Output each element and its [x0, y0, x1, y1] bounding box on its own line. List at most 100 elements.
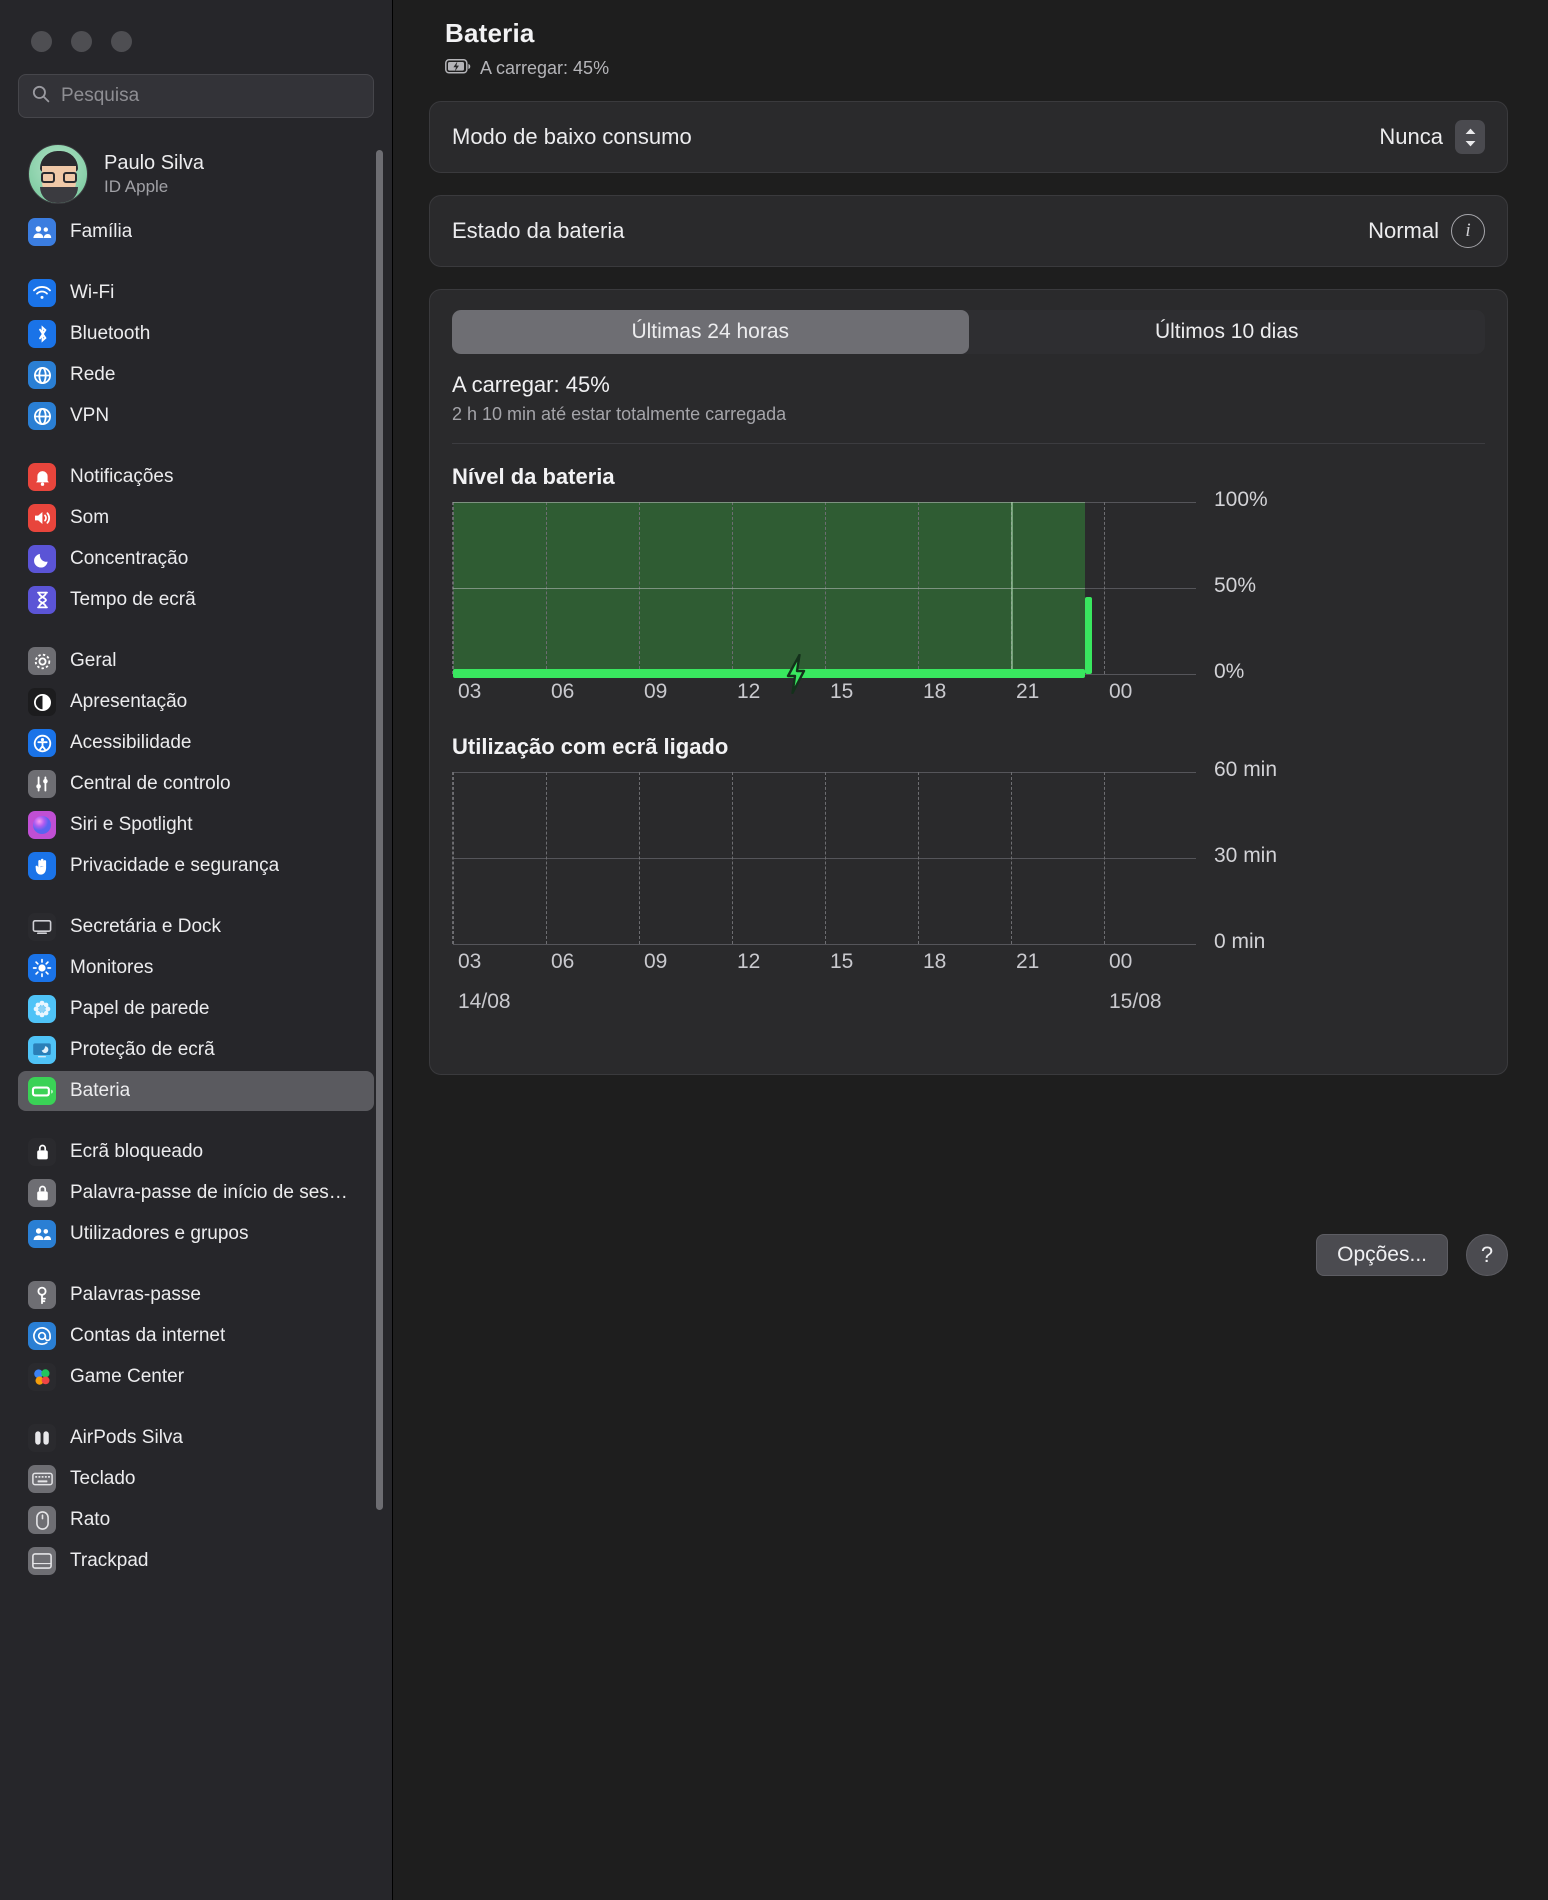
account-name: Paulo Silva: [104, 151, 205, 174]
bluetooth-icon: [28, 320, 56, 348]
sidebar-item-rato[interactable]: Rato: [18, 1500, 374, 1540]
sidebar-item-concentra-o[interactable]: Concentração: [18, 539, 374, 579]
sidebar-item-label: Bateria: [70, 1080, 131, 1101]
minimize-button[interactable]: [71, 31, 92, 52]
usage-x-tick-label: 03: [458, 950, 482, 973]
sidebar-item-prote-o-de-ecr[interactable]: Proteção de ecrã: [18, 1030, 374, 1070]
sidebar-item-label: Utilizadores e grupos: [70, 1223, 249, 1244]
sidebar-item-bluetooth[interactable]: Bluetooth: [18, 314, 374, 354]
sidebar-item-monitores[interactable]: Monitores: [18, 948, 374, 988]
sidebar-scrollbar[interactable]: [376, 150, 383, 1510]
sidebar-item-bateria[interactable]: Bateria: [18, 1071, 374, 1111]
siri-icon: [28, 811, 56, 839]
window-traffic-lights: [0, 0, 392, 52]
screen-usage-x-axis: 03 06 09 12 15 18 21 00 14/08 15/08: [452, 944, 1196, 1013]
sidebar-item-label: Proteção de ecrã: [70, 1039, 215, 1060]
tab-last-24-hours[interactable]: Últimas 24 horas: [452, 310, 969, 354]
usage-x-tick-label: 15: [830, 950, 854, 973]
sidebar-item-airpods-silva[interactable]: AirPods Silva: [18, 1418, 374, 1458]
sidebar-item-notifica-es[interactable]: Notificações: [18, 457, 374, 497]
battery-x-tick-label: 09: [644, 680, 668, 703]
close-button[interactable]: [31, 31, 52, 52]
usage-y-tick-label: 60 min: [1214, 758, 1278, 781]
sidebar-group-1: Wi-Fi Bluetooth Rede VPN: [18, 273, 374, 436]
privacy-icon: [28, 852, 56, 880]
help-button[interactable]: ?: [1466, 1234, 1508, 1276]
sidebar-item-apresenta-o[interactable]: Apresentação: [18, 682, 374, 722]
sidebar-item-utilizadores-e-grupos[interactable]: Utilizadores e grupos: [18, 1214, 374, 1254]
family-icon: [28, 218, 56, 246]
sidebar-item-label: Tempo de ecrã: [70, 589, 196, 610]
tab-last-10-days[interactable]: Últimos 10 dias: [969, 310, 1486, 354]
options-button[interactable]: Opções...: [1316, 1234, 1448, 1276]
sidebar-item-label: Rato: [70, 1509, 111, 1530]
wallpaper-icon: [28, 995, 56, 1023]
sidebar-item-privacidade-e-seguran-a[interactable]: Privacidade e segurança: [18, 846, 374, 886]
search-input[interactable]: [61, 85, 361, 107]
sidebar-item-siri-e-spotlight[interactable]: Siri e Spotlight: [18, 805, 374, 845]
account-row[interactable]: Paulo Silva ID Apple: [18, 136, 374, 212]
avatar: [28, 144, 88, 204]
sidebar-item-rede[interactable]: Rede: [18, 355, 374, 395]
battery-health-label: Estado da bateria: [452, 218, 625, 243]
sidebar-item-game-center[interactable]: Game Center: [18, 1357, 374, 1397]
screen-usage-chart-title: Utilização com ecrã ligado: [452, 734, 729, 759]
sidebar-item-ecr-bloqueado[interactable]: Ecrã bloqueado: [18, 1132, 374, 1172]
usage-x-tick-label: 06: [551, 950, 575, 973]
sidebar-item-geral[interactable]: Geral: [18, 641, 374, 681]
screen-usage-x-axis-row: 03 06 09 12 15 18 21 00 14/08 15/08: [452, 944, 1485, 1013]
sidebar-item-label: VPN: [70, 405, 110, 426]
grid-line-vertical: [1011, 772, 1012, 944]
sidebar-group-6: Palavras-passe Contas da internet Game Cen…: [18, 1275, 374, 1397]
panel-divider: [452, 443, 1485, 444]
chevron-updown-icon[interactable]: [1455, 120, 1485, 154]
internet-accounts-icon: [28, 1322, 56, 1350]
trackpad-icon: [28, 1547, 56, 1575]
battery-health-row[interactable]: Estado da bateria Normal i: [430, 196, 1507, 266]
sidebar-item-palavra-passe-de-in-cio-de-ses[interactable]: Palavra-passe de início de ses…: [18, 1173, 374, 1213]
control-center-icon: [28, 770, 56, 798]
grid-line-vertical: [1104, 772, 1105, 944]
sidebar-group-separator: [18, 1255, 374, 1275]
battery-area-gridline: [453, 502, 1086, 503]
sidebar-item-label: Trackpad: [70, 1550, 149, 1571]
sidebar-item-central-de-controlo[interactable]: Central de controlo: [18, 764, 374, 804]
sidebar-scroll-area[interactable]: Paulo Silva ID Apple Família Wi-Fi Bluetoo…: [0, 136, 392, 1581]
battery-level-x-axis-row: 03 06 09 12 15 18 21 00: [452, 674, 1485, 714]
sidebar-item-acessibilidade[interactable]: Acessibilidade: [18, 723, 374, 763]
usage-x-tick-label: 12: [737, 950, 761, 973]
airpods-icon: [28, 1424, 56, 1452]
sidebar-item-som[interactable]: Som: [18, 498, 374, 538]
sidebar-item-label: Concentração: [70, 548, 189, 569]
sidebar-item-label: Notificações: [70, 466, 174, 487]
battery-x-tick-label: 15: [830, 680, 854, 703]
sidebar-item-contas-da-internet[interactable]: Contas da internet: [18, 1316, 374, 1356]
sidebar-item-tempo-de-ecr[interactable]: Tempo de ecrã: [18, 580, 374, 620]
sidebar-item-label: Central de controlo: [70, 773, 231, 794]
sidebar-item-fam-lia[interactable]: Família: [18, 212, 374, 252]
grid-line-vertical: [825, 772, 826, 944]
sidebar-item-secret-ria-e-dock[interactable]: Secretária e Dock: [18, 907, 374, 947]
sidebar-item-papel-de-parede[interactable]: Papel de parede: [18, 989, 374, 1029]
sidebar-item-palavras-passe[interactable]: Palavras-passe: [18, 1275, 374, 1315]
sidebar-group-separator: [18, 887, 374, 907]
sidebar-item-teclado[interactable]: Teclado: [18, 1459, 374, 1499]
sidebar-item-label: Rede: [70, 364, 116, 385]
battery-area-gridline: [453, 588, 1086, 589]
info-icon[interactable]: i: [1451, 214, 1485, 248]
search-container: [0, 52, 392, 118]
focus-icon: [28, 545, 56, 573]
battery-charging-icon: [445, 58, 471, 79]
sidebar-item-vpn[interactable]: VPN: [18, 396, 374, 436]
sidebar-item-label: Contas da internet: [70, 1325, 226, 1346]
search-box[interactable]: [18, 74, 374, 118]
sidebar-group-0: Família: [18, 212, 374, 252]
sidebar-item-label: Palavra-passe de início de ses…: [70, 1182, 348, 1203]
sidebar-item-wi-fi[interactable]: Wi-Fi: [18, 273, 374, 313]
battery-x-tick-label: 06: [551, 680, 575, 703]
battery-level-chart: 100% 50% 0%: [452, 488, 1485, 695]
sidebar-item-trackpad[interactable]: Trackpad: [18, 1541, 374, 1581]
zoom-button[interactable]: [111, 31, 132, 52]
passwords-icon: [28, 1281, 56, 1309]
low-power-row[interactable]: Modo de baixo consumo Nunca: [430, 102, 1507, 172]
